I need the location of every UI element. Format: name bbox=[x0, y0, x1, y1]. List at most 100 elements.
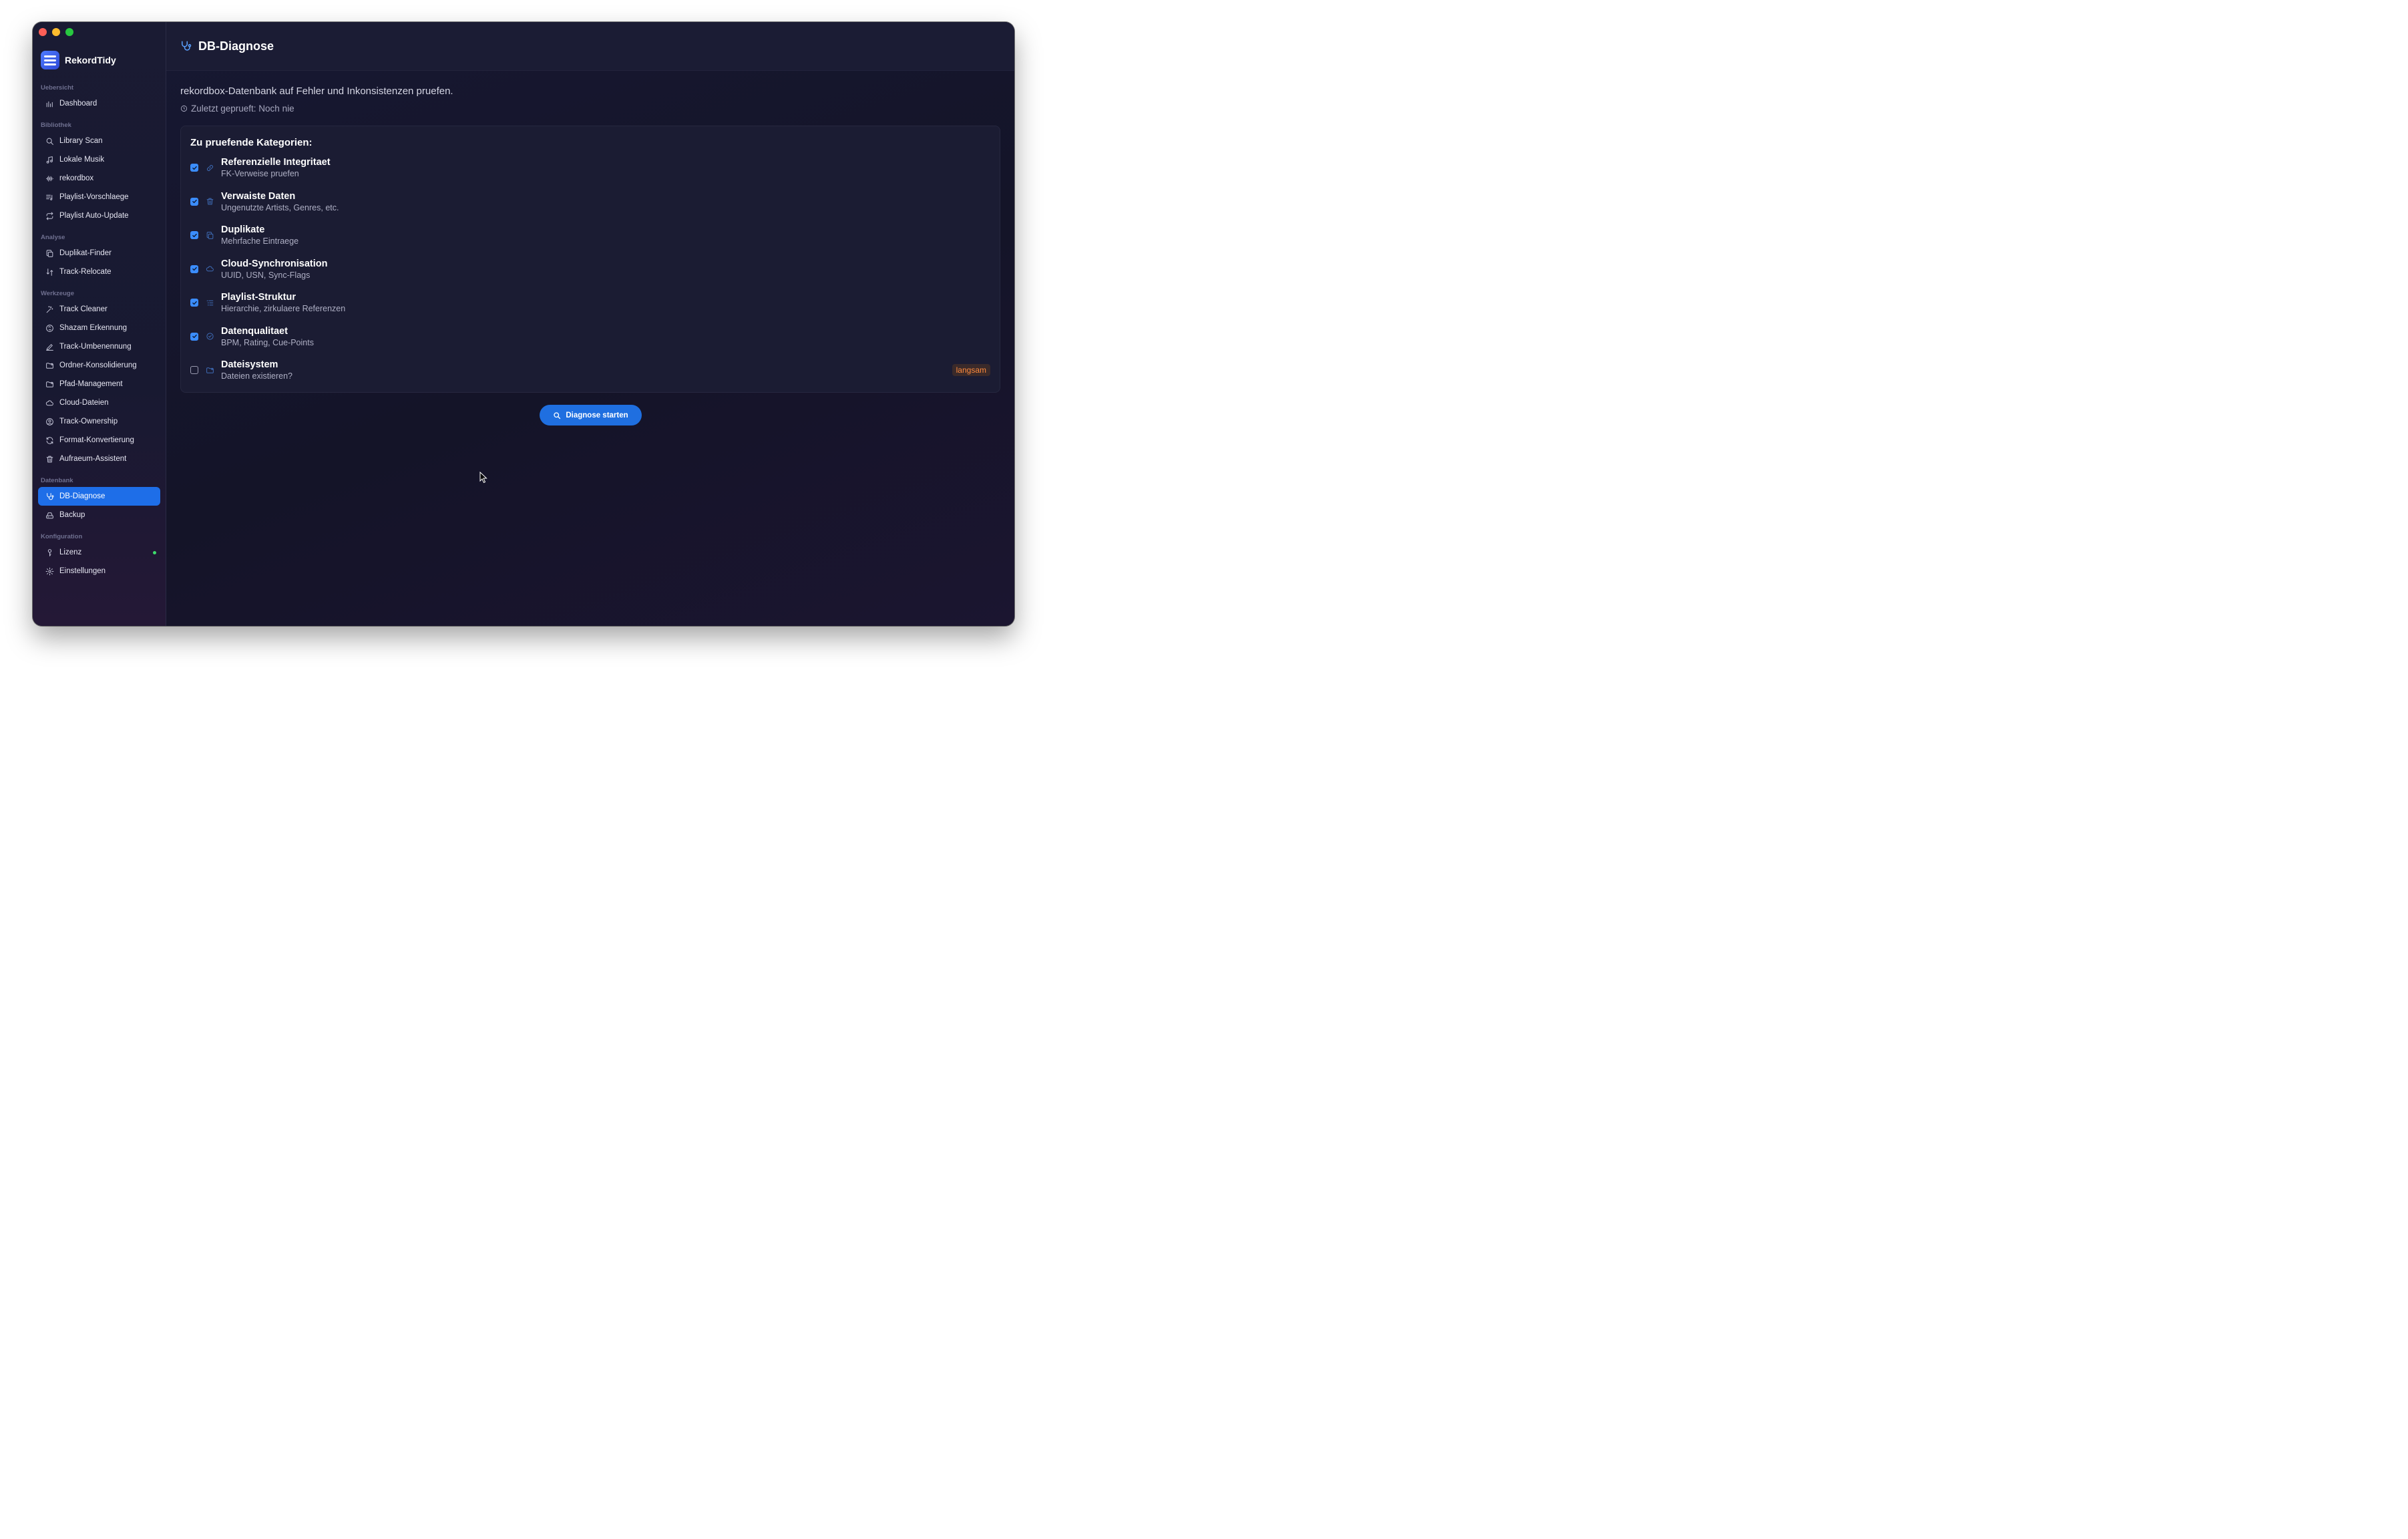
waveform-icon bbox=[45, 174, 54, 183]
cloud-icon bbox=[205, 265, 214, 274]
category-row: Duplikate Mehrfache Eintraege bbox=[190, 222, 990, 248]
sidebar-item-track-ownership[interactable]: Track-Ownership bbox=[38, 412, 160, 431]
checkmark-icon bbox=[192, 334, 197, 339]
sidebar-item-track-cleaner[interactable]: Track Cleaner bbox=[38, 300, 160, 319]
sidebar-item-label: Track Cleaner bbox=[59, 305, 108, 313]
sidebar-item-lokale-musik[interactable]: Lokale Musik bbox=[38, 150, 160, 169]
relocate-icon bbox=[45, 267, 54, 277]
category-subtitle: FK-Verweise pruefen bbox=[221, 169, 299, 178]
minimize-window-button[interactable] bbox=[52, 28, 60, 36]
pencil-icon bbox=[45, 342, 54, 351]
app-logo-icon bbox=[41, 51, 59, 69]
sidebar-item-library-scan[interactable]: Library Scan bbox=[38, 132, 160, 150]
sidebar-item-label: Pfad-Management bbox=[59, 380, 123, 388]
category-checkbox[interactable] bbox=[190, 299, 198, 307]
playlist-icon bbox=[45, 192, 54, 202]
folder-icon bbox=[205, 365, 214, 375]
repeat-icon bbox=[45, 211, 54, 220]
link-icon bbox=[205, 163, 214, 172]
sidebar-item-rekordbox[interactable]: rekordbox bbox=[38, 169, 160, 188]
sidebar-item-aufraeum-assistent[interactable]: Aufraeum-Assistent bbox=[38, 450, 160, 468]
checkmark-icon bbox=[192, 199, 197, 204]
sidebar-section-label: Werkzeuge bbox=[41, 290, 74, 297]
sidebar-item-label: Einstellungen bbox=[59, 567, 106, 575]
copy-icon bbox=[45, 248, 54, 258]
category-subtitle: BPM, Rating, Cue-Points bbox=[221, 337, 314, 347]
sidebar-item-backup[interactable]: Backup bbox=[38, 506, 160, 524]
sidebar-item-label: rekordbox bbox=[59, 174, 94, 182]
shazam-icon bbox=[45, 323, 54, 333]
category-checkbox[interactable] bbox=[190, 332, 198, 341]
sidebar-item-ordner-konsolidierung[interactable]: Ordner-Konsolidierung bbox=[38, 356, 160, 375]
sidebar-item-label: Track-Relocate bbox=[59, 268, 112, 276]
category-checkbox[interactable] bbox=[190, 231, 198, 239]
page-title: DB-Diagnose bbox=[198, 39, 274, 53]
category-checkbox[interactable] bbox=[190, 164, 198, 172]
check-seal-icon bbox=[205, 332, 214, 341]
category-row: Playlist-Struktur Hierarchie, zirkulaere … bbox=[190, 289, 990, 316]
sidebar-section-label: Analyse bbox=[41, 234, 65, 241]
category-row: Dateisystem Dateien existieren? langsam bbox=[190, 357, 990, 383]
sidebar-item-playlist-vorschlaege[interactable]: Playlist-Vorschlaege bbox=[38, 188, 160, 206]
sidebar-item-label: Duplikat-Finder bbox=[59, 249, 112, 257]
cloud-icon bbox=[45, 398, 54, 407]
category-text: Verwaiste Daten Ungenutzte Artists, Genre… bbox=[221, 190, 339, 213]
sidebar-item-track-relocate[interactable]: Track-Relocate bbox=[38, 263, 160, 281]
category-subtitle: Ungenutzte Artists, Genres, etc. bbox=[221, 202, 339, 212]
sidebar-item-lizenz[interactable]: Lizenz bbox=[38, 543, 160, 562]
category-checkbox[interactable] bbox=[190, 265, 198, 273]
category-subtitle: Mehrfache Eintraege bbox=[221, 236, 299, 246]
user-circle-icon bbox=[45, 417, 54, 426]
sidebar-item-einstellungen[interactable]: Einstellungen bbox=[38, 562, 160, 580]
sidebar-section-label: Bibliothek bbox=[41, 122, 71, 129]
sidebar-item-label: Shazam Erkennung bbox=[59, 324, 128, 332]
key-icon bbox=[45, 548, 54, 557]
start-diagnosis-button[interactable]: Diagnose starten bbox=[540, 405, 642, 425]
search-icon bbox=[45, 136, 54, 146]
category-row: Referenzielle Integritaet FK-Verweise pru… bbox=[190, 154, 990, 181]
app-window: RekordTidy Uebersicht Dashboard Bibliothek… bbox=[33, 22, 1014, 626]
last-checked: Zuletzt geprueft: Noch nie bbox=[180, 104, 294, 114]
stethoscope-icon bbox=[45, 492, 54, 501]
category-name: Cloud-Synchronisation bbox=[221, 258, 328, 269]
mouse-cursor-icon bbox=[479, 472, 487, 484]
checkmark-icon bbox=[192, 301, 197, 305]
trash-icon bbox=[45, 454, 54, 464]
list-icon bbox=[205, 298, 214, 307]
close-window-button[interactable] bbox=[39, 28, 47, 36]
category-subtitle: Hierarchie, zirkulaere Referenzen bbox=[221, 304, 346, 313]
sidebar-item-format-konvertierung[interactable]: Format-Konvertierung bbox=[38, 431, 160, 450]
category-subtitle: UUID, USN, Sync-Flags bbox=[221, 270, 311, 280]
sidebar-item-track-umbenennung[interactable]: Track-Umbenennung bbox=[38, 337, 160, 356]
folder-icon bbox=[45, 361, 54, 370]
checkmark-icon bbox=[192, 233, 197, 237]
sidebar-item-label: Format-Konvertierung bbox=[59, 436, 134, 444]
sidebar-item-label: Track-Ownership bbox=[59, 417, 118, 425]
sidebar-item-pfad-management[interactable]: Pfad-Management bbox=[38, 375, 160, 393]
category-name: Verwaiste Daten bbox=[221, 190, 296, 202]
category-subtitle: Dateien existieren? bbox=[221, 371, 293, 381]
category-text: Referenzielle Integritaet FK-Verweise pru… bbox=[221, 156, 331, 179]
sidebar-item-cloud-dateien[interactable]: Cloud-Dateien bbox=[38, 393, 160, 412]
sidebar-item-playlist-auto-update[interactable]: Playlist Auto-Update bbox=[38, 206, 160, 225]
app-brand: RekordTidy bbox=[41, 51, 116, 69]
sidebar-item-db-diagnose[interactable]: DB-Diagnose bbox=[38, 487, 160, 506]
sidebar-item-label: Lizenz bbox=[59, 548, 82, 556]
sidebar-item-label: Backup bbox=[59, 511, 85, 519]
category-row: Verwaiste Daten Ungenutzte Artists, Genre… bbox=[190, 188, 990, 215]
window-controls bbox=[39, 28, 73, 36]
sidebar-item-label: Cloud-Dateien bbox=[59, 399, 109, 407]
sidebar: RekordTidy Uebersicht Dashboard Bibliothek… bbox=[33, 22, 166, 626]
sidebar-item-dashboard[interactable]: Dashboard bbox=[38, 94, 160, 113]
category-text: Playlist-Struktur Hierarchie, zirkulaere … bbox=[221, 291, 345, 314]
zoom-window-button[interactable] bbox=[65, 28, 73, 36]
checkmark-icon bbox=[192, 166, 197, 170]
category-checkbox[interactable] bbox=[190, 366, 198, 374]
sidebar-item-duplikat-finder[interactable]: Duplikat-Finder bbox=[38, 244, 160, 263]
category-checkbox[interactable] bbox=[190, 197, 198, 206]
slow-badge: langsam bbox=[952, 364, 990, 376]
sidebar-item-shazam-erkennung[interactable]: Shazam Erkennung bbox=[38, 319, 160, 337]
folder-path-icon bbox=[45, 379, 54, 389]
refresh-icon bbox=[45, 436, 54, 445]
wand-icon bbox=[45, 305, 54, 314]
